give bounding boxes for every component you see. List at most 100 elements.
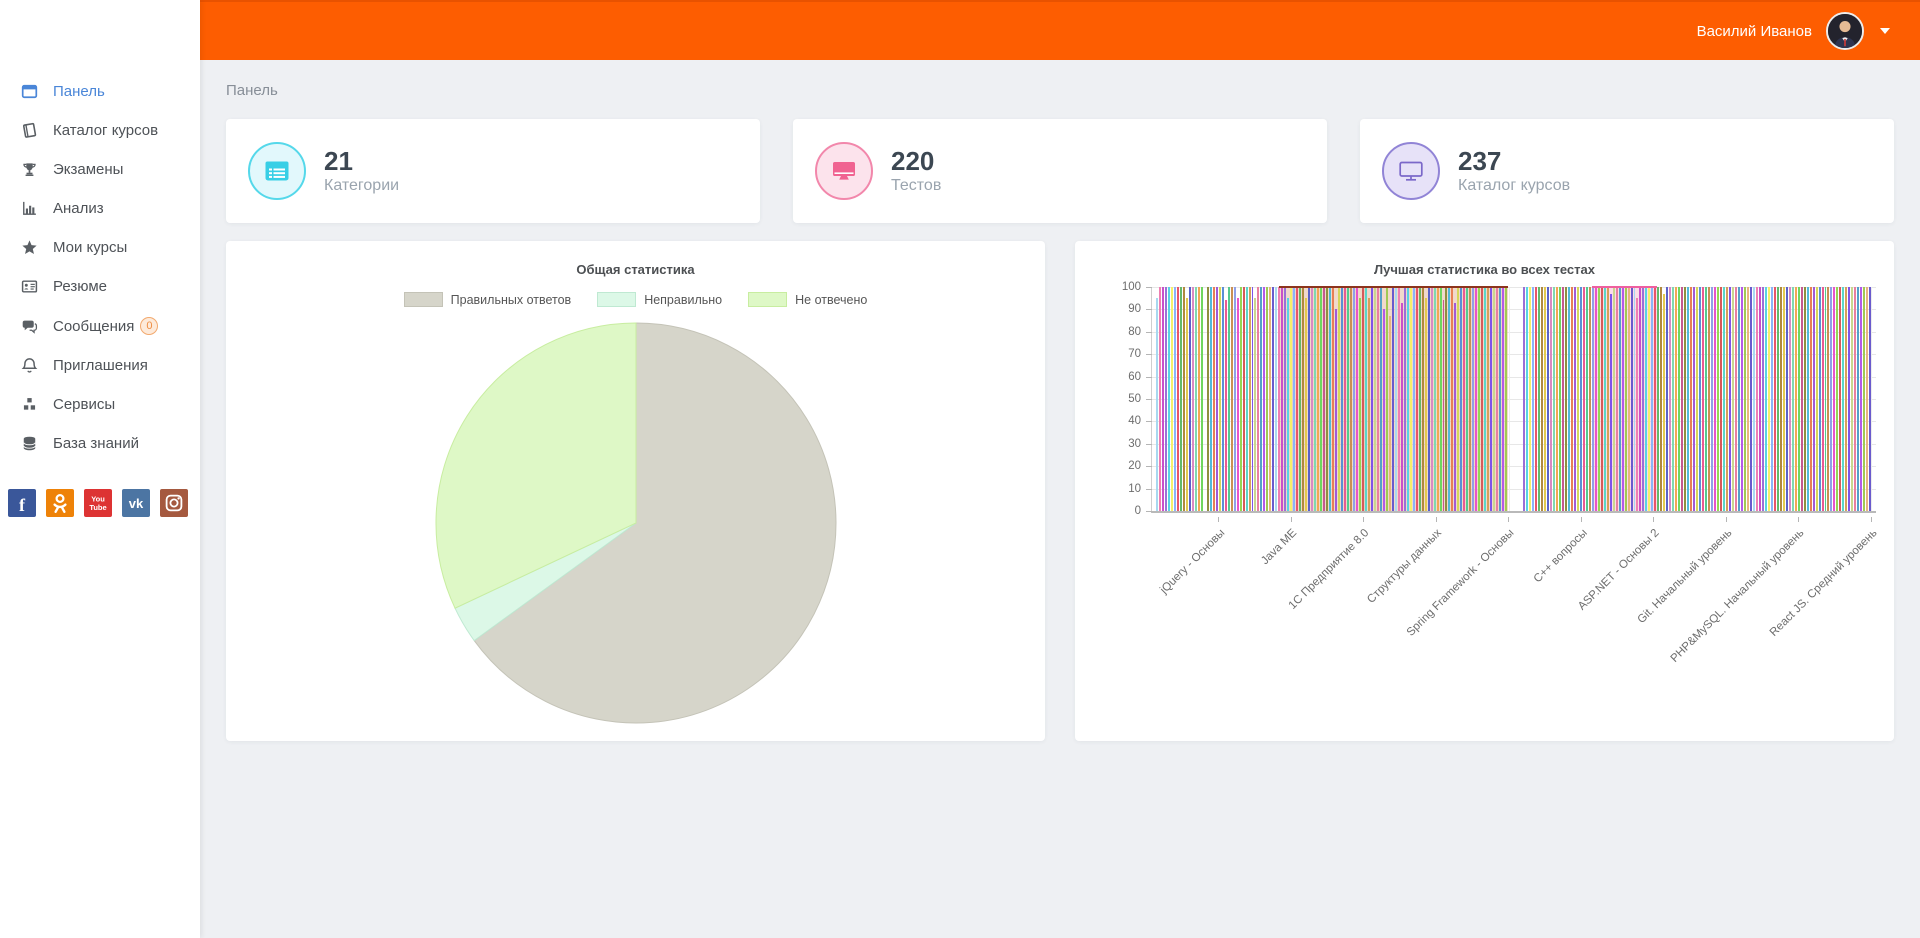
bar (1195, 287, 1197, 511)
bar (1296, 287, 1298, 511)
bar (1162, 287, 1164, 511)
bar (1711, 287, 1713, 511)
sidebar-item-label: Сообщения (53, 318, 134, 335)
sidebar-item-3[interactable]: Анализ (0, 189, 200, 228)
bar (1669, 287, 1671, 511)
legend-swatch (404, 292, 443, 307)
sidebar-item-9[interactable]: База знаний (0, 424, 200, 463)
bar (1445, 287, 1447, 511)
bar (1257, 287, 1259, 511)
legend-item-1[interactable]: Неправильно (597, 292, 722, 307)
bar (1302, 287, 1304, 511)
pie-chart-title: Общая статистика (226, 241, 1045, 277)
list-icon (248, 142, 306, 200)
bar (1311, 287, 1313, 511)
sidebar-item-label: Приглашения (53, 357, 148, 374)
bar (1523, 287, 1525, 511)
bar (1252, 287, 1254, 511)
bar (1237, 298, 1239, 511)
bar (1398, 287, 1400, 511)
bar (1454, 303, 1456, 511)
sidebar-item-label: База знаний (53, 435, 139, 452)
bar (1595, 287, 1597, 511)
bar (1493, 287, 1495, 511)
legend-item-2[interactable]: Не отвечено (748, 292, 867, 307)
vk-icon[interactable]: vk (122, 489, 150, 517)
bar (1807, 287, 1809, 511)
bar (1625, 287, 1627, 511)
facebook-icon[interactable]: f (8, 489, 36, 517)
bar (1362, 287, 1364, 511)
bar (1547, 287, 1549, 511)
sidebar-item-7[interactable]: Приглашения (0, 346, 200, 385)
bar (1231, 287, 1233, 511)
bar (1795, 287, 1797, 511)
bar (1628, 287, 1630, 511)
bar (1699, 287, 1701, 511)
sidebar-item-8[interactable]: Сервисы (0, 385, 200, 424)
y-axis-tick (1146, 287, 1152, 288)
bar (1684, 287, 1686, 511)
bar (1771, 287, 1773, 511)
y-axis-tick-label: 50 (1128, 393, 1141, 405)
bar (1419, 287, 1421, 511)
bar (1610, 294, 1612, 511)
bar (1663, 294, 1665, 511)
stat-label: Тестов (891, 177, 941, 195)
bar (1299, 287, 1301, 511)
bar (1648, 287, 1650, 511)
bar (1189, 287, 1191, 511)
bar (1496, 287, 1498, 511)
chevron-down-icon[interactable] (1880, 28, 1890, 34)
bar (1156, 298, 1158, 511)
bar (1586, 287, 1588, 511)
bar (1559, 287, 1561, 511)
bar (1857, 287, 1859, 511)
bar (1619, 287, 1621, 511)
sidebar-item-5[interactable]: Резюме (0, 267, 200, 306)
bar (1222, 287, 1224, 511)
bar (1714, 287, 1716, 511)
avatar[interactable] (1826, 12, 1864, 50)
bar (1290, 287, 1292, 511)
bar (1389, 316, 1391, 511)
instagram-icon[interactable] (160, 489, 188, 517)
main-content: Панель 21Категории220Тестов237Каталог ку… (200, 60, 1920, 741)
y-axis-tick (1146, 489, 1152, 490)
bar (1789, 287, 1791, 511)
bar (1657, 287, 1659, 511)
id-card-icon (18, 278, 40, 295)
svg-text:f: f (19, 495, 26, 515)
sidebar-item-6[interactable]: Сообщения0 (0, 306, 200, 346)
bar (1395, 287, 1397, 511)
y-axis-tick-label: 90 (1128, 303, 1141, 315)
bar (1738, 287, 1740, 511)
sidebar-item-1[interactable]: Каталог курсов (0, 111, 200, 150)
legend-item-0[interactable]: Правильных ответов (404, 292, 572, 307)
bar (1774, 287, 1776, 511)
sidebar-item-4[interactable]: Мои курсы (0, 228, 200, 267)
bar (1577, 287, 1579, 511)
sidebar-item-0[interactable]: Панель (0, 72, 200, 111)
odnoklassniki-icon[interactable] (46, 489, 74, 517)
book-icon (18, 122, 40, 139)
bell-icon (18, 357, 40, 374)
sidebar-item-2[interactable]: Экзамены (0, 150, 200, 189)
x-axis-tick (1363, 517, 1364, 522)
bar (1425, 298, 1427, 511)
bar (1845, 287, 1847, 511)
bar (1672, 287, 1674, 511)
bar (1583, 287, 1585, 511)
bar (1234, 287, 1236, 511)
bar (1502, 287, 1504, 511)
bar (1693, 287, 1695, 511)
bar (1344, 287, 1346, 511)
bar (1654, 287, 1656, 511)
user-name[interactable]: Василий Иванов (1697, 23, 1812, 40)
y-axis-tick-label: 40 (1128, 415, 1141, 427)
bar (1323, 287, 1325, 511)
youtube-icon[interactable]: YouTube (84, 489, 112, 517)
bar (1448, 287, 1450, 511)
bar (1705, 287, 1707, 511)
bar (1660, 287, 1662, 511)
